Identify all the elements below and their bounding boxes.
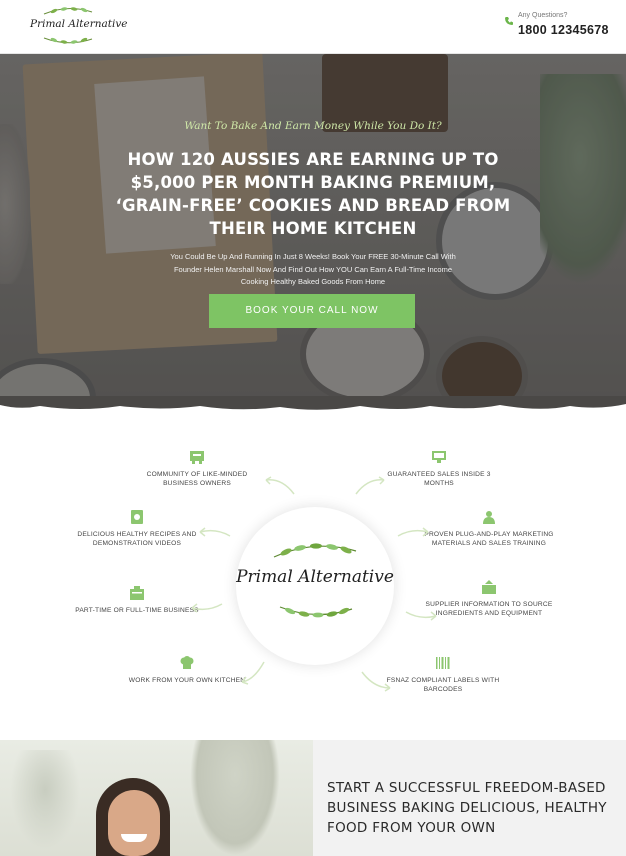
sales-icon xyxy=(432,451,446,463)
business-icon xyxy=(130,586,144,600)
center-logo-text: Primal Alternative xyxy=(236,567,394,587)
arrow-icon xyxy=(199,527,231,537)
hero-headline: HOW 120 AUSSIES ARE EARNING UP TO $5,000… xyxy=(115,150,511,238)
feature-marketing: PROVEN PLUG-AND-PLAY MARKETING MATERIALS… xyxy=(424,510,554,548)
feature-community: COMMUNITY OF LIKE-MINDED BUSINESS OWNERS xyxy=(132,450,262,488)
feature-label: PROVEN PLUG-AND-PLAY MARKETING MATERIALS… xyxy=(424,531,554,547)
chef-hat-icon xyxy=(180,656,194,669)
logo-sprig-top-icon xyxy=(43,7,93,15)
founder-section: START A SUCCESSFUL FREEDOM-BASED BUSINES… xyxy=(0,740,626,856)
arrow-icon xyxy=(397,527,429,537)
sprig-bottom-icon xyxy=(279,606,353,618)
founder-text-panel: START A SUCCESSFUL FREEDOM-BASED BUSINES… xyxy=(313,740,626,856)
founder-smile xyxy=(121,834,147,842)
feature-label: FSNAZ COMPLIANT LABELS WITH BARCODES xyxy=(386,677,500,693)
community-icon xyxy=(190,451,204,464)
arrow-icon xyxy=(405,611,437,621)
feature-supplier: SUPPLIER INFORMATION TO SOURCE INGREDIEN… xyxy=(424,580,554,618)
section-title: START A SUCCESSFUL FREEDOM-BASED BUSINES… xyxy=(327,780,607,836)
supplier-icon xyxy=(482,580,496,594)
recipe-icon xyxy=(131,510,143,524)
arrow-icon xyxy=(191,603,223,613)
marketing-icon xyxy=(483,511,495,524)
arrow-icon xyxy=(361,671,391,692)
arrow-icon xyxy=(241,661,265,685)
book-call-button[interactable]: BOOK YOUR CALL NOW xyxy=(209,294,415,328)
phone-number[interactable]: 1800 12345678 xyxy=(518,23,609,37)
hero-tagline: Want To Bake And Earn Money While You Do… xyxy=(184,120,442,132)
landing-page: Primal Alternative Any Questions? 1800 1… xyxy=(0,0,626,856)
feature-label: COMMUNITY OF LIKE-MINDED BUSINESS OWNERS xyxy=(146,471,248,487)
phone-icon xyxy=(505,17,513,25)
logo-sprig-bottom-icon xyxy=(43,37,93,44)
feature-label: PART-TIME OR FULL-TIME BUSINESS xyxy=(75,607,199,614)
feature-label: SUPPLIER INFORMATION TO SOURCE INGREDIEN… xyxy=(425,601,553,617)
arrow-icon xyxy=(355,476,385,495)
feature-part-time: PART-TIME OR FULL-TIME BUSINESS xyxy=(72,586,202,615)
center-logo-badge: Primal Alternative xyxy=(236,507,394,665)
hero-subtext: You Could Be Up And Running In Just 8 We… xyxy=(170,252,456,286)
sprig-top-icon xyxy=(273,543,357,558)
feature-guaranteed-sales: GUARANTEED SALES INSIDE 3 MONTHS xyxy=(374,450,504,488)
site-logo[interactable]: Primal Alternative xyxy=(30,6,128,46)
feature-label: WORK FROM YOUR OWN KITCHEN xyxy=(128,677,246,684)
feature-labels: FSNAZ COMPLIANT LABELS WITH BARCODES xyxy=(378,656,508,694)
founder-face xyxy=(108,790,160,856)
photo-bg-tree xyxy=(190,740,280,856)
feature-own-kitchen: WORK FROM YOUR OWN KITCHEN xyxy=(122,656,252,685)
feature-label: DELICIOUS HEALTHY RECIPES AND DEMONSTRAT… xyxy=(77,531,197,547)
hero-section: Want To Bake And Earn Money While You Do… xyxy=(0,54,626,410)
arrow-icon xyxy=(265,476,295,495)
features-section: Primal Alternative COMMUNITY OF LIKE-MIN… xyxy=(0,410,626,740)
photo-bg-tree xyxy=(10,750,80,850)
founder-photo xyxy=(0,740,313,856)
contact-label: Any Questions? xyxy=(518,12,568,19)
logo-text: Primal Alternative xyxy=(30,18,128,30)
barcode-icon xyxy=(436,657,450,669)
site-header: Primal Alternative Any Questions? 1800 1… xyxy=(0,0,626,54)
feature-recipes: DELICIOUS HEALTHY RECIPES AND DEMONSTRAT… xyxy=(72,510,202,548)
feature-label: GUARANTEED SALES INSIDE 3 MONTHS xyxy=(387,471,491,487)
